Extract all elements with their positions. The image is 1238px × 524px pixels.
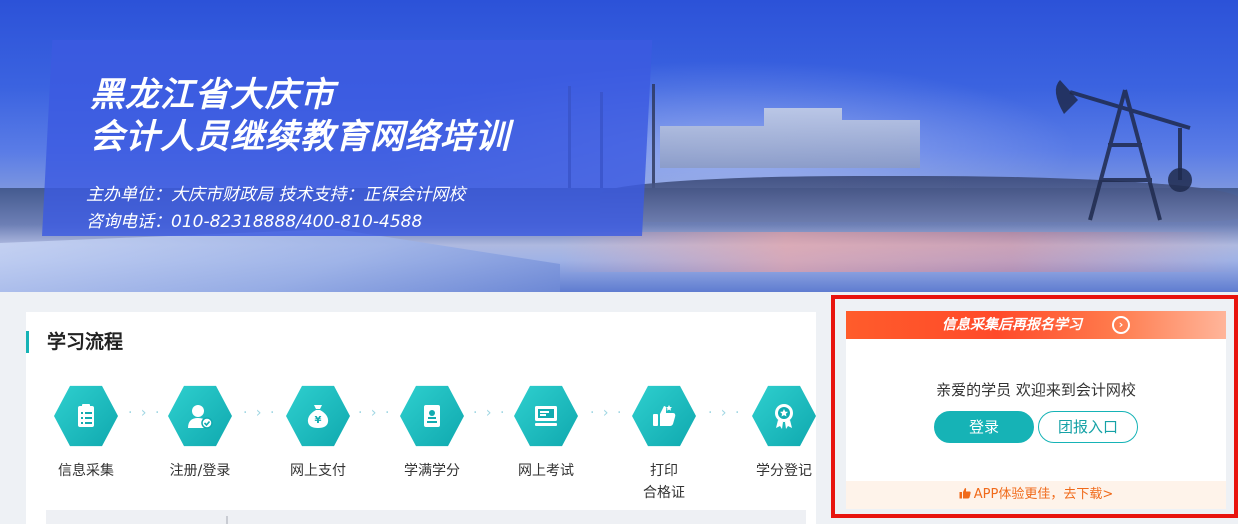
certificate-icon (400, 385, 464, 447)
step-arrow: · › · (358, 405, 392, 421)
banner-water-reflection (560, 232, 1238, 272)
banner-hotline: 咨询电话：010-82318888/400-810-4588 (86, 212, 423, 232)
step-label: 学分登记 (756, 463, 812, 479)
content-strip (46, 510, 806, 524)
step-label: 学满学分 (404, 463, 460, 479)
step-complete-credits[interactable]: 学满学分 (392, 384, 472, 482)
step-info-collection[interactable]: 信息采集 (46, 384, 126, 482)
step-online-exam[interactable]: 网上考试 (506, 384, 586, 482)
svg-text:¥: ¥ (315, 415, 322, 426)
medal-icon (752, 385, 816, 447)
computer-icon (514, 385, 578, 447)
step-label: 网上考试 (518, 463, 574, 479)
user-check-icon (168, 385, 232, 447)
money-bag-icon: ¥ (286, 385, 350, 447)
section-title: 学习流程 (26, 331, 123, 353)
step-arrow: · › · (473, 405, 507, 421)
step-arrow: · › · (708, 405, 742, 421)
banner-title: 黑龙江省大庆市 会计人员继续教育网络培训 (90, 75, 510, 157)
step-arrow: · › · (243, 405, 277, 421)
highlight-frame (831, 295, 1238, 518)
step-label: 信息采集 (58, 463, 114, 479)
step-credit-registration[interactable]: 学分登记 (744, 384, 824, 482)
header-banner: 黑龙江省大庆市 会计人员继续教育网络培训 主办单位：大庆市财政局 技术支持：正保… (0, 0, 1238, 292)
step-arrow: · › · (590, 405, 624, 421)
step-arrow: · › · (128, 405, 162, 421)
banner-power-pole (652, 84, 655, 196)
step-label: 网上支付 (290, 463, 346, 479)
step-label: 注册/登录 (169, 463, 231, 479)
banner-organizer: 主办单位：大庆市财政局 技术支持：正保会计网校 (86, 185, 466, 205)
step-register-login[interactable]: 注册/登录 (160, 384, 240, 482)
oil-pump-jack-icon (1055, 80, 1192, 221)
step-label: 打印 合格证 (643, 463, 685, 501)
step-print-certificate[interactable]: 打印 合格证 (624, 384, 704, 504)
clipboard-icon (54, 385, 118, 447)
step-online-payment[interactable]: ¥ 网上支付 (278, 384, 358, 482)
strip-tick (226, 516, 228, 524)
thumbs-up-icon (632, 385, 696, 447)
